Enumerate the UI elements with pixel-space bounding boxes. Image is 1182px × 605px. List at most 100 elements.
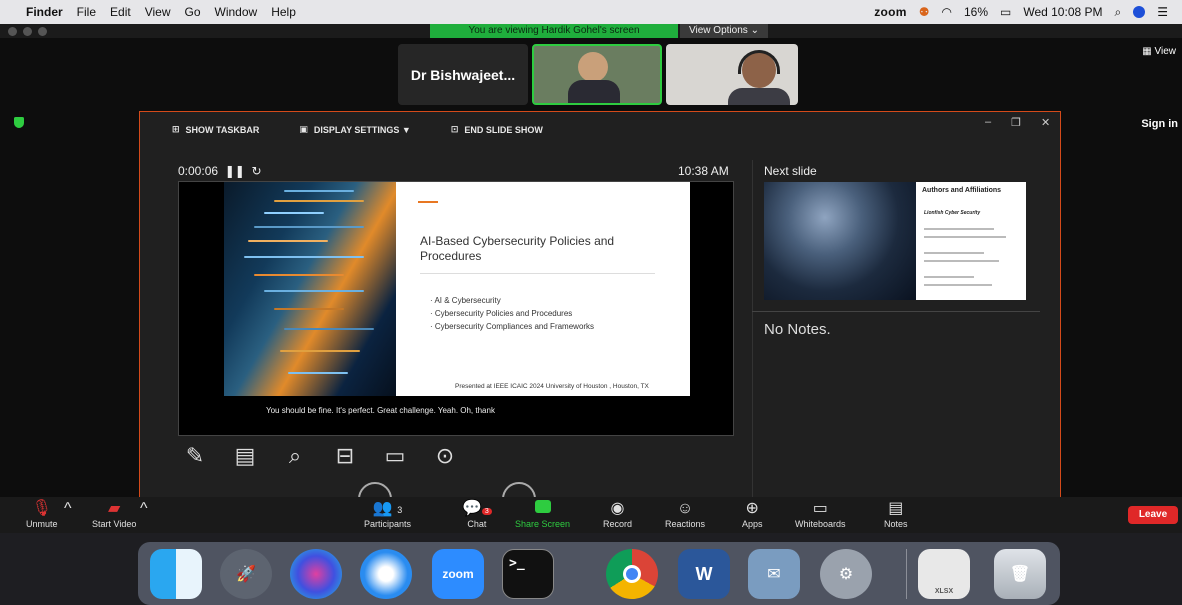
minimize-icon[interactable]: – [985, 116, 991, 129]
menu-finder[interactable]: Finder [26, 5, 63, 19]
sign-in-link[interactable]: Sign in [1141, 118, 1178, 130]
participants-button[interactable]: 👥 3 Participants [364, 499, 411, 529]
view-options-button[interactable]: View Options ⌄ [680, 24, 768, 38]
safari-icon[interactable]: ✈ [360, 549, 412, 599]
menu-edit[interactable]: Edit [110, 5, 131, 19]
participants-status-icon[interactable]: ⚉ [919, 5, 930, 19]
record-label: Record [603, 519, 633, 529]
code-line [254, 226, 364, 228]
next-slide-label: Next slide [764, 164, 817, 178]
chrome-icon[interactable] [606, 549, 658, 599]
end-show-icon: ⊡ [450, 124, 459, 134]
reset-timer-icon[interactable]: ↻ [252, 164, 262, 178]
pause-icon[interactable]: ❚❚ [225, 164, 245, 178]
spotlight-icon[interactable]: ⌕ [1115, 5, 1122, 20]
restore-icon[interactable]: ❐ [1011, 116, 1021, 129]
display-settings-label: DISPLAY SETTINGS ▼ [313, 124, 411, 135]
display-settings-button[interactable]: ▣ DISPLAY SETTINGS ▼ [299, 124, 410, 135]
see-all-slides-icon[interactable]: ▤ [230, 443, 260, 469]
control-center-icon[interactable] [1133, 6, 1146, 18]
end-slide-show-button[interactable]: ⊡ END SLIDE SHOW [451, 124, 543, 135]
battery-icon[interactable]: ▭ [1000, 5, 1011, 19]
participants-icon: 👥 3 [372, 500, 403, 517]
taskbar-icon: ⊞ [172, 124, 180, 134]
notes-divider [752, 311, 1040, 312]
next-slide-subtitle: Lionfish Cyber Security [924, 210, 981, 216]
battery-percent: 16% [963, 5, 988, 19]
more-options-icon[interactable]: ⊙ [430, 443, 460, 469]
code-line [244, 256, 364, 258]
close-window-icon[interactable] [8, 27, 17, 36]
reactions-button[interactable]: ☺ Reactions [665, 499, 705, 529]
notes-icon: ▤ [888, 500, 904, 517]
participant-tile-name[interactable]: Dr Bishwajeet... [398, 44, 528, 105]
xlsx-file-label: XLSX [934, 588, 954, 595]
view-layout-button[interactable]: ▦ View [1142, 46, 1176, 57]
slide-timer: 0:00:06 ❚❚ ↻ [178, 164, 262, 178]
record-button[interactable]: ◉ Record [603, 499, 632, 529]
code-line [264, 212, 324, 214]
menu-view[interactable]: View [145, 5, 171, 19]
minimize-window-icon[interactable] [23, 27, 32, 36]
window-traffic-lights[interactable] [8, 27, 47, 36]
share-screen-button[interactable]: Share Screen [515, 499, 570, 529]
system-preferences-icon[interactable]: ⚙ [820, 549, 872, 599]
slide-content-panel [396, 182, 690, 396]
menu-go[interactable]: Go [185, 5, 201, 19]
black-screen-icon[interactable]: ⊟ [330, 443, 360, 469]
video-options-caret[interactable]: ^ [140, 499, 148, 519]
code-line [280, 350, 360, 352]
audio-options-caret[interactable]: ^ [64, 499, 72, 519]
display-icon: ▣ [299, 124, 308, 134]
zoom-app-icon[interactable]: zoom [432, 549, 484, 599]
end-slide-show-label: END SLIDE SHOW [464, 124, 543, 135]
mail-icon[interactable]: ✉ [748, 549, 800, 599]
slide-title: AI-Based Cybersecurity Policies and Proc… [420, 234, 615, 263]
participant-video-tile-speaker[interactable] [532, 44, 662, 105]
leave-button[interactable]: Leave [1128, 506, 1178, 524]
next-slide-text-line [924, 252, 984, 254]
chevron-up-icon: ^ [140, 500, 148, 517]
word-icon[interactable]: W [678, 549, 730, 599]
trash-icon[interactable]: 🗑 [994, 549, 1046, 599]
menu-extras-icon[interactable]: ☰ [1157, 5, 1168, 19]
participant-name: Dr Bishwajeet... [410, 66, 516, 83]
close-icon[interactable]: ✕ [1041, 116, 1050, 129]
finder-icon[interactable] [150, 549, 202, 599]
security-shield-icon[interactable] [14, 117, 24, 128]
show-taskbar-button[interactable]: ⊞ SHOW TASKBAR [172, 124, 259, 135]
next-slide-text-line [924, 236, 1006, 238]
zoom-window-icon[interactable] [38, 27, 47, 36]
live-caption: You should be fine. It's perfect. Great … [266, 406, 495, 415]
xlsx-file-icon[interactable]: XLSX [918, 549, 970, 599]
participants-count: 3 [397, 505, 403, 515]
slide-bullets: AI & Cybersecurity Cybersecurity Policie… [430, 294, 594, 333]
code-line [264, 290, 364, 292]
slide-title-rule [420, 273, 655, 274]
whiteboards-button[interactable]: ▭ Whiteboards [795, 499, 846, 529]
unmute-button[interactable]: 🎙 Unmute [26, 499, 58, 529]
notes-label: Notes [884, 519, 908, 529]
menubar-clock[interactable]: Wed 10:08 PM [1023, 5, 1102, 19]
show-taskbar-label: SHOW TASKBAR [185, 124, 260, 135]
siri-icon[interactable] [290, 549, 342, 599]
start-video-button[interactable]: ▰ Start Video [92, 499, 136, 529]
apps-button[interactable]: ⊕ Apps [742, 499, 763, 529]
presenter-window-controls: – ❐ ✕ [985, 116, 1050, 129]
pen-icon[interactable]: ✎ [180, 443, 210, 469]
zoom-slide-icon[interactable]: ⌕ [280, 443, 310, 469]
notes-button[interactable]: ▤ Notes [884, 499, 908, 529]
menu-help[interactable]: Help [271, 5, 296, 19]
participant-video-tile[interactable] [666, 44, 798, 105]
chat-button[interactable]: 💬 3 Chat [462, 499, 492, 529]
menu-window[interactable]: Window [215, 5, 258, 19]
muted-mic-icon: 🎙 [31, 500, 52, 517]
view-label: View [1154, 46, 1177, 57]
menu-file[interactable]: File [77, 5, 96, 19]
wifi-icon[interactable]: ◠ [941, 5, 951, 19]
launchpad-icon[interactable]: 🚀 [220, 549, 272, 599]
chat-label: Chat [467, 519, 487, 529]
terminal-icon[interactable]: >_ [502, 549, 554, 599]
zoom-menubar-label[interactable]: zoom [874, 5, 907, 19]
subtitles-icon[interactable]: ▭ [380, 443, 410, 469]
